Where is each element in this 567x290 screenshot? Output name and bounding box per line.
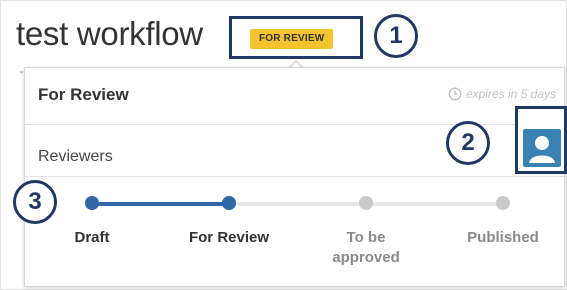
step-label-to-be-approved: To be approved (332, 229, 400, 266)
step-label-published: Published (467, 229, 539, 246)
step-dot-for-review[interactable] (222, 196, 236, 210)
workflow-popover: For Review expires in 5 days Reviewers (24, 67, 565, 287)
step-label-draft: Draft (74, 229, 110, 246)
progress-fill (92, 202, 229, 206)
step-dot-to-be-approved[interactable] (359, 196, 373, 210)
step-dot-published[interactable] (496, 196, 510, 210)
page-title: test workflow (16, 15, 203, 52)
status-badge[interactable]: FOR REVIEW (250, 29, 334, 49)
expires-indicator: expires in 5 days (448, 87, 556, 101)
reviewers-label: Reviewers (38, 148, 113, 165)
user-avatar-icon (529, 136, 555, 163)
popover-title: For Review (38, 85, 129, 104)
clock-icon (448, 87, 462, 101)
callout-number-3: 3 (13, 180, 57, 224)
callout-number-2: 2 (446, 121, 490, 165)
step-label-for-review: For Review (188, 229, 270, 246)
popover-header: For Review expires in 5 days (25, 68, 564, 125)
callout-number-1: 1 (374, 14, 418, 58)
reviewer-avatar[interactable] (523, 129, 561, 167)
step-dot-draft[interactable] (85, 196, 99, 210)
expires-text: expires in 5 days (465, 87, 556, 101)
